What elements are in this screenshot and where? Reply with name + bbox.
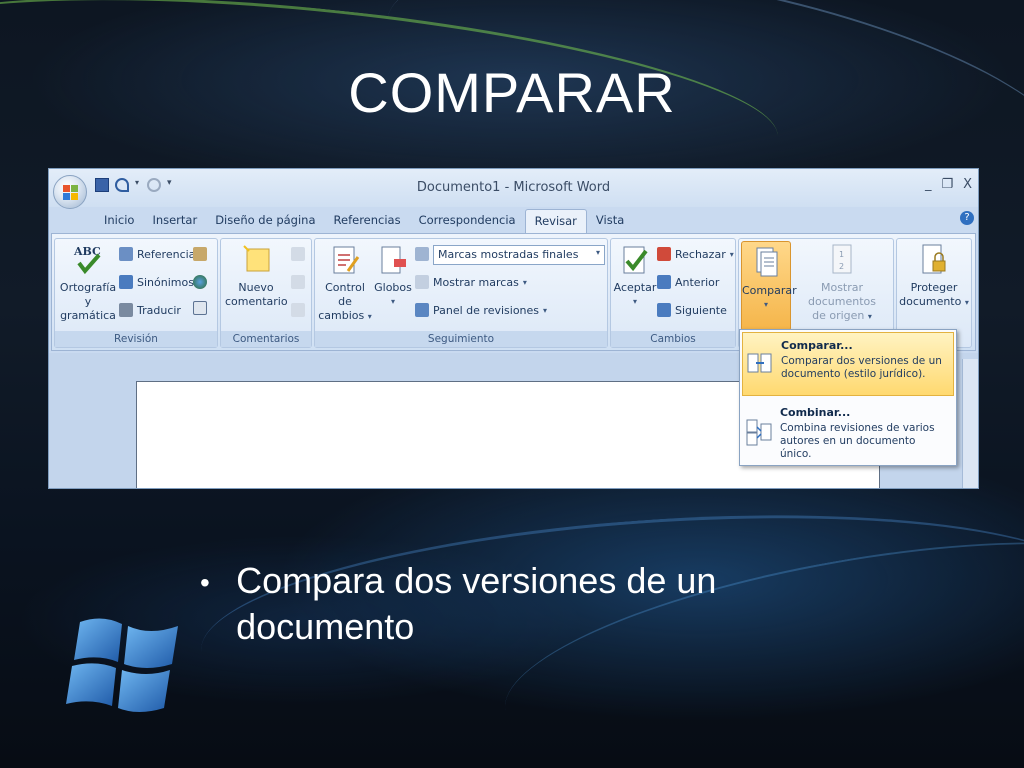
reviewing-pane-button[interactable]: Panel de revisiones ▾ — [415, 303, 547, 317]
compare-icon — [756, 247, 778, 277]
word-window-screenshot: ▾ ▾ Documento1 - Microsoft Word _ ❐ X In… — [48, 168, 979, 489]
next-comment-icon[interactable] — [291, 303, 305, 317]
translate-icon — [119, 303, 133, 317]
show-markup-button[interactable]: Mostrar marcas ▾ — [415, 275, 527, 289]
minimize-button[interactable]: _ — [925, 177, 932, 192]
word-count-icon[interactable] — [193, 301, 207, 315]
track-changes-icon — [333, 246, 360, 274]
close-button[interactable]: X — [963, 177, 972, 192]
bullet-icon: • — [200, 567, 210, 598]
vertical-scrollbar[interactable] — [962, 359, 978, 488]
group-seguimiento: Control de cambios ▾ Globos ▾ Marcas mos… — [314, 238, 608, 348]
tab-correspondencia[interactable]: Correspondencia — [410, 209, 525, 233]
slide-title: COMPARAR — [348, 61, 676, 124]
group-label: Cambios — [611, 331, 735, 347]
window-controls: _ ❐ X — [925, 177, 972, 192]
thesaurus-icon — [119, 275, 133, 289]
title-bar: ▾ ▾ Documento1 - Microsoft Word _ ❐ X — [49, 169, 978, 209]
bullet-point: • Compara dos versiones de un documento — [200, 558, 840, 650]
tab-vista[interactable]: Vista — [587, 209, 633, 233]
accept-button[interactable]: Aceptar ▾ — [613, 243, 657, 309]
ribbon-tabs: Inicio Insertar Diseño de página Referen… — [95, 209, 633, 233]
compare-documents-icon — [743, 333, 777, 395]
balloons-icon — [381, 246, 406, 274]
display-for-review-select[interactable]: Marcas mostradas finales ▾ — [433, 245, 605, 265]
combine-documents-icon — [742, 400, 776, 464]
spellcheck-icon: ABC — [73, 245, 101, 275]
window-title: Documento1 - Microsoft Word — [416, 180, 611, 195]
bullet-text: Compara dos versiones de un documento — [236, 560, 717, 647]
tab-diseno-pagina[interactable]: Diseño de página — [206, 209, 324, 233]
lock-document-icon — [922, 244, 946, 274]
markup-view-icon-wrap — [415, 247, 429, 261]
tab-inicio[interactable]: Inicio — [95, 209, 143, 233]
group-cambios: Aceptar ▾ Rechazar ▾ Anterior Siguiente … — [610, 238, 736, 348]
book-icon — [119, 247, 133, 261]
svg-text:2: 2 — [839, 262, 844, 271]
tab-insertar[interactable]: Insertar — [143, 209, 206, 233]
balloons-button[interactable]: Globos ▾ — [373, 243, 413, 309]
chevron-down-icon: ▾ — [595, 248, 600, 257]
show-source-documents-button[interactable]: 1 2 Mostrar documentos de origen ▾ — [791, 243, 893, 324]
language-globe-icon[interactable] — [193, 275, 207, 289]
windows-logo-icon — [66, 618, 178, 712]
compare-dropdown-menu: Comparar... Comparar dos versiones de un… — [739, 329, 957, 466]
next-change-icon — [657, 303, 671, 317]
tab-revisar[interactable]: Revisar — [524, 209, 587, 233]
previous-change-button[interactable]: Anterior — [657, 275, 719, 289]
previous-change-icon — [657, 275, 671, 289]
restore-button[interactable]: ❐ — [941, 177, 953, 192]
show-markup-icon — [415, 275, 429, 289]
previous-comment-icon[interactable] — [291, 275, 305, 289]
group-label: Comentarios — [221, 331, 311, 347]
group-label: Seguimiento — [315, 331, 607, 347]
compare-button[interactable]: Comparar ▾ — [741, 241, 797, 331]
menu-item-combinar[interactable]: Combinar... Combina revisiones de varios… — [742, 400, 954, 464]
svg-text:1: 1 — [839, 250, 844, 259]
reviewing-pane-icon — [415, 303, 429, 317]
translation-tooltip-icon[interactable] — [193, 247, 207, 261]
delete-comment-icon[interactable] — [291, 247, 305, 261]
protect-document-button[interactable]: Proteger documento ▾ — [899, 243, 969, 310]
group-label: Revisión — [55, 331, 217, 347]
help-icon[interactable]: ? — [960, 211, 974, 225]
office-button[interactable] — [53, 175, 87, 209]
new-comment-button[interactable]: Nuevo comentario — [225, 243, 288, 309]
next-change-button[interactable]: Siguiente — [657, 303, 727, 317]
tab-referencias[interactable]: Referencias — [325, 209, 410, 233]
accept-icon — [623, 246, 648, 274]
research-button[interactable]: Referencia — [119, 247, 195, 261]
track-changes-button[interactable]: Control de cambios ▾ — [317, 243, 373, 324]
thesaurus-button[interactable]: Sinónimos — [119, 275, 194, 289]
group-comentarios: Nuevo comentario Comentarios — [220, 238, 312, 348]
group-revision: ABC Ortografía y gramática Referencia Si… — [54, 238, 218, 348]
spelling-grammar-button[interactable]: ABC Ortografía y gramática — [59, 243, 117, 323]
source-documents-icon: 1 2 — [832, 244, 852, 274]
reject-button[interactable]: Rechazar ▾ — [657, 247, 734, 261]
reject-icon — [657, 247, 671, 261]
office-logo-icon — [63, 185, 79, 201]
markup-view-icon — [415, 247, 429, 261]
new-comment-icon — [243, 245, 270, 272]
translate-button[interactable]: Traducir — [119, 303, 181, 317]
menu-item-comparar[interactable]: Comparar... Comparar dos versiones de un… — [742, 332, 954, 396]
